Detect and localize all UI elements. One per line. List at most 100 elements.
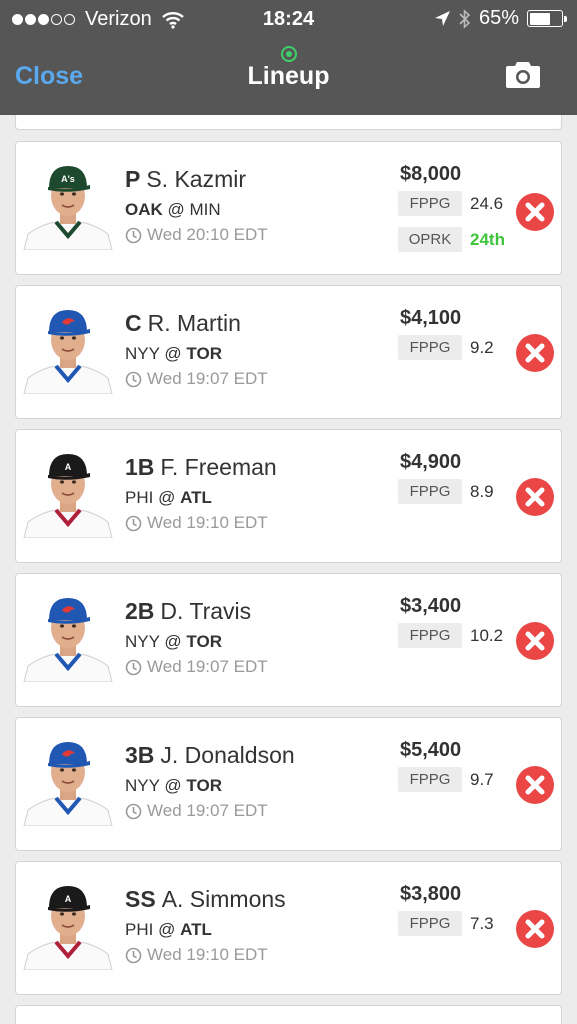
player-name: A. Simmons <box>161 886 286 912</box>
player-name: S. Kazmir <box>146 166 247 192</box>
player-salary: $3,400 <box>400 595 462 617</box>
player-headshot: A's <box>22 158 114 251</box>
player-card[interactable]: 3B J. Donaldson NYY @ TOR Wed 19:07 EDT $… <box>15 717 562 851</box>
fppg-label: FPPG <box>398 479 462 504</box>
player-headshot <box>22 734 114 827</box>
svg-text:A: A <box>65 894 72 904</box>
game-time: Wed 20:10 EDT <box>125 225 268 245</box>
matchup-separator: @ <box>164 776 182 795</box>
fppg-label: FPPG <box>398 191 462 216</box>
battery-percent: 65% <box>478 7 519 29</box>
remove-player-button[interactable] <box>516 622 554 660</box>
nav-bar: Close Lineup <box>0 38 577 115</box>
player-matchup: NYY @ TOR <box>125 344 222 364</box>
player-name-line: 1B F. Freeman <box>125 454 277 481</box>
fppg-value: 7.3 <box>470 913 494 933</box>
team-abbr: NYY <box>125 776 160 795</box>
game-time: Wed 19:07 EDT <box>125 657 268 677</box>
game-time-text: Wed 19:10 EDT <box>147 513 268 532</box>
remove-player-button[interactable] <box>516 766 554 804</box>
opponent-abbr: TOR <box>186 632 222 651</box>
remove-player-button[interactable] <box>516 910 554 948</box>
player-name: J. Donaldson <box>160 742 295 768</box>
game-time-text: Wed 19:07 EDT <box>147 801 268 820</box>
remove-icon <box>525 631 545 651</box>
player-salary: $8,000 <box>400 163 462 185</box>
player-name: D. Travis <box>160 598 252 624</box>
player-position: 1B <box>125 454 155 480</box>
game-time-text: Wed 19:10 EDT <box>147 945 268 964</box>
status-right: 65% <box>426 7 567 30</box>
game-time: Wed 19:07 EDT <box>125 369 268 389</box>
player-name-line: C R. Martin <box>125 310 241 337</box>
clock-icon <box>125 515 142 531</box>
clock-icon <box>125 947 142 963</box>
location-arrow-icon <box>434 11 450 26</box>
bluetooth-icon <box>459 8 471 29</box>
remove-icon <box>525 343 545 363</box>
clock-icon <box>125 371 142 387</box>
fppg-label: FPPG <box>398 623 462 648</box>
top-bar: Verizon 18:24 65% Close Lineup <box>0 0 577 115</box>
matchup-separator: @ <box>164 632 182 651</box>
game-time: Wed 19:07 EDT <box>125 801 268 821</box>
fppg-row: FPPG 9.2 <box>398 335 494 360</box>
camera-button[interactable] <box>505 58 541 90</box>
oprk-row: OPRK 24th <box>398 227 505 252</box>
remove-icon <box>525 919 545 939</box>
live-indicator-icon <box>281 46 297 62</box>
app-root: Verizon 18:24 65% Close Lineup A's P S. … <box>0 0 577 1024</box>
opponent-abbr: ATL <box>180 920 212 939</box>
player-card[interactable]: A 1B F. Freeman PHI @ ATL Wed 19:10 EDT $… <box>15 429 562 563</box>
team-abbr: NYY <box>125 632 160 651</box>
player-card[interactable]: C R. Martin NYY @ TOR Wed 19:07 EDT $4,10… <box>15 285 562 419</box>
fppg-label: FPPG <box>398 335 462 360</box>
opponent-abbr: ATL <box>180 488 212 507</box>
player-salary: $4,900 <box>400 451 462 473</box>
player-salary: $3,800 <box>400 883 462 905</box>
remove-player-button[interactable] <box>516 193 554 231</box>
fppg-label: FPPG <box>398 911 462 936</box>
player-headshot: A <box>22 878 114 971</box>
svg-text:A's: A's <box>61 174 75 184</box>
player-headshot <box>22 302 114 395</box>
fppg-row: FPPG 24.6 <box>398 191 503 216</box>
player-position: 3B <box>125 742 155 768</box>
battery-icon <box>527 10 567 27</box>
player-matchup: NYY @ TOR <box>125 632 222 652</box>
remove-player-button[interactable] <box>516 334 554 372</box>
player-name-line: 3B J. Donaldson <box>125 742 295 769</box>
game-time: Wed 19:10 EDT <box>125 945 268 965</box>
fppg-value: 8.9 <box>470 481 494 501</box>
fppg-label: FPPG <box>398 767 462 792</box>
status-bar: Verizon 18:24 65% <box>0 0 577 38</box>
remove-player-button[interactable] <box>516 478 554 516</box>
player-name: R. Martin <box>147 310 241 336</box>
matchup-separator: @ <box>167 200 185 219</box>
remove-icon <box>525 202 545 222</box>
page-title: Lineup <box>247 62 330 90</box>
player-position: C <box>125 310 142 336</box>
player-matchup: PHI @ ATL <box>125 920 212 940</box>
remove-icon <box>525 775 545 795</box>
opponent-abbr: TOR <box>186 776 222 795</box>
svg-text:A: A <box>65 462 72 472</box>
player-name-line: P S. Kazmir <box>125 166 246 193</box>
game-time-text: Wed 19:07 EDT <box>147 657 268 676</box>
game-time-text: Wed 19:07 EDT <box>147 369 268 388</box>
player-matchup: OAK @ MIN <box>125 200 221 220</box>
next-lineup-card <box>15 1005 562 1024</box>
player-matchup: PHI @ ATL <box>125 488 212 508</box>
player-card[interactable]: A SS A. Simmons PHI @ ATL Wed 19:10 EDT $… <box>15 861 562 995</box>
matchup-separator: @ <box>158 488 176 507</box>
fppg-row: FPPG 8.9 <box>398 479 494 504</box>
player-card[interactable]: 2B D. Travis NYY @ TOR Wed 19:07 EDT $3,4… <box>15 573 562 707</box>
fppg-value: 10.2 <box>470 625 504 645</box>
clock-icon <box>125 227 142 243</box>
player-card[interactable]: A's P S. Kazmir OAK @ MIN Wed 20:10 EDT $… <box>15 141 562 275</box>
clock-icon <box>125 659 142 675</box>
fppg-row: FPPG 10.2 <box>398 623 503 648</box>
team-abbr: PHI <box>125 920 154 939</box>
player-position: 2B <box>125 598 155 624</box>
player-salary: $4,100 <box>400 307 462 329</box>
